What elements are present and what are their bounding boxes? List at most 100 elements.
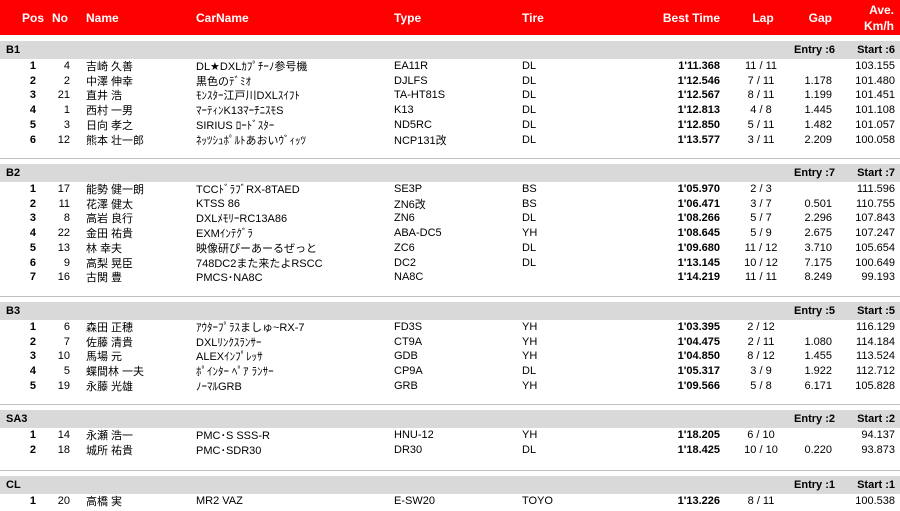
cell-gap: 1.199 bbox=[804, 89, 832, 102]
cell-carname: ﾎﾟｲﾝﾀｰ ﾍﾟｱ ﾗﾝｻｰ bbox=[196, 366, 274, 379]
cell-ave: 107.247 bbox=[855, 227, 895, 240]
cell-no: 8 bbox=[63, 212, 70, 225]
cell-name: 熊本 壮一郎 bbox=[86, 134, 145, 147]
cell-no: 12 bbox=[57, 133, 70, 146]
cell-best-time: 1'09.680 bbox=[677, 241, 720, 254]
header-gap: Gap bbox=[808, 10, 832, 25]
cell-best-time: 1'13.145 bbox=[677, 256, 720, 269]
cell-pos: 4 bbox=[29, 227, 36, 240]
cell-carname: ALEXｲﾝﾌﾟﾚｯｻ bbox=[196, 351, 263, 364]
cell-type: EA11R bbox=[394, 60, 429, 72]
header-ave: Ave. Km/h bbox=[840, 0, 894, 35]
header-pos: Pos bbox=[21, 10, 44, 25]
table-row: 5 13 林 幸夫 映像研ぴーあーるぜっと ZC6 DL 1'09.680 11 / 12 3.… bbox=[0, 241, 900, 255]
cell-name: 城所 祐貴 bbox=[86, 444, 134, 457]
cell-gap: 8.249 bbox=[804, 271, 832, 284]
cell-best-time: 1'18.425 bbox=[677, 443, 720, 456]
cell-type: ZN6改 bbox=[394, 198, 426, 211]
cell-name: 金田 祐貴 bbox=[86, 228, 134, 241]
cell-type: CT9A bbox=[394, 335, 423, 348]
cell-no: 7 bbox=[63, 335, 70, 348]
cell-best-time: 1'05.970 bbox=[677, 183, 720, 195]
cell-carname: DXLﾒﾓﾘｰRC13A86 bbox=[196, 213, 288, 226]
cell-pos: 5 bbox=[29, 118, 36, 131]
cell-pos: 5 bbox=[29, 241, 36, 254]
cell-pos: 1 bbox=[29, 495, 36, 507]
cell-lap: 6 / 10 bbox=[747, 429, 775, 441]
cell-best-time: 1'12.813 bbox=[677, 104, 720, 117]
class-bar: B3 Entry :5 Start :5 bbox=[0, 302, 900, 320]
class-bar: B2 Entry :7 Start :7 bbox=[0, 164, 900, 182]
cell-tire: DL bbox=[522, 241, 537, 254]
cell-tire: YH bbox=[522, 429, 538, 441]
cell-gap: 2.296 bbox=[804, 212, 832, 225]
class-start: Start :5 bbox=[857, 305, 895, 317]
cell-no: 19 bbox=[57, 379, 70, 392]
cell-gap: 0.220 bbox=[804, 443, 832, 456]
cell-lap: 11 / 12 bbox=[744, 241, 778, 254]
table-row: 4 1 西村 一男 ﾏｰﾃｨﾝK13ﾏｰﾁﾆｽﾓS K13 DL 1'12.813 4 / 8… bbox=[0, 103, 900, 117]
cell-lap: 10 / 12 bbox=[744, 256, 778, 269]
table-row: 3 10 馬場 元 ALEXｲﾝﾌﾟﾚｯｻ GDB YH 1'04.850 8 / 12 1.4… bbox=[0, 349, 900, 363]
header-name: Name bbox=[86, 10, 119, 25]
cell-no: 9 bbox=[63, 256, 70, 269]
cell-type: ND5RC bbox=[394, 118, 432, 131]
cell-best-time: 1'12.567 bbox=[677, 89, 720, 102]
class-name: B3 bbox=[6, 305, 21, 317]
header-type: Type bbox=[394, 10, 422, 25]
cell-tire: YH bbox=[522, 350, 538, 363]
header-carname: CarName bbox=[196, 10, 249, 25]
cell-pos: 2 bbox=[29, 335, 36, 348]
cell-name: 西村 一男 bbox=[86, 105, 134, 118]
cell-name: 古関 豊 bbox=[86, 272, 123, 285]
table-row: 1 6 森田 正穂 ｱｳﾀｰﾌﾟﾗｽましゅ~RX-7 FD3S YH 1'03.395 2 /… bbox=[0, 320, 900, 334]
cell-no: 22 bbox=[57, 227, 70, 240]
cell-lap: 5 / 7 bbox=[750, 212, 772, 225]
section-divider bbox=[0, 296, 900, 297]
cell-pos: 5 bbox=[29, 379, 36, 392]
cell-lap: 11 / 11 bbox=[744, 60, 777, 72]
cell-best-time: 1'12.546 bbox=[677, 74, 720, 87]
cell-pos: 1 bbox=[29, 60, 36, 72]
class-name: B1 bbox=[6, 44, 21, 56]
cell-no: 5 bbox=[63, 365, 70, 378]
cell-name: 直井 浩 bbox=[86, 90, 123, 103]
cell-pos: 2 bbox=[29, 443, 36, 456]
table-row: 5 3 日向 孝之 SIRIUS ﾛｰﾄﾞｽﾀｰ ND5RC DL 1'12.850 5 / … bbox=[0, 118, 900, 132]
cell-carname: ﾓﾝｽﾀｰ江戸川DXLｽｲﾌﾄ bbox=[196, 90, 300, 103]
cell-type: DC2 bbox=[394, 256, 417, 269]
cell-best-time: 1'05.317 bbox=[677, 365, 720, 378]
cell-tire: DL bbox=[522, 256, 537, 269]
cell-tire: YH bbox=[522, 227, 538, 240]
cell-name: 森田 正穂 bbox=[86, 322, 134, 334]
cell-carname: ﾈｯﾂｼｭﾎﾟﾙﾄあおいｳﾞｨｯﾂ bbox=[196, 134, 306, 147]
cell-carname: EXMｲﾝﾃｸﾞﾗ bbox=[196, 228, 253, 241]
class-name: CL bbox=[6, 479, 21, 491]
cell-ave: 101.480 bbox=[855, 74, 895, 87]
cell-ave: 116.129 bbox=[856, 321, 895, 333]
cell-tire: BS bbox=[522, 183, 537, 195]
table-row: 1 17 能勢 健一朗 TCCﾄﾞﾗﾌﾞRX-8TAED SE3P BS 1'05.970 2… bbox=[0, 182, 900, 196]
cell-carname: KTSS 86 bbox=[196, 197, 241, 210]
cell-name: 能勢 健一朗 bbox=[86, 184, 145, 196]
cell-gap: 1.445 bbox=[804, 104, 832, 117]
cell-pos: 3 bbox=[29, 350, 36, 363]
cell-tire: DL bbox=[522, 118, 537, 131]
table-row: 2 7 佐藤 清貴 DXLﾘﾝｸｽﾗﾝｻｰ CT9A YH 1'04.475 2 / 11 1.… bbox=[0, 335, 900, 349]
cell-best-time: 1'06.471 bbox=[677, 197, 720, 210]
cell-best-time: 1'18.205 bbox=[677, 429, 720, 441]
cell-ave: 100.538 bbox=[855, 495, 895, 507]
class-start: Start :1 bbox=[857, 479, 895, 491]
cell-carname: 映像研ぴーあーるぜっと bbox=[196, 242, 317, 255]
cell-ave: 111.596 bbox=[856, 183, 895, 195]
cell-no: 16 bbox=[57, 271, 70, 284]
cell-tire: TOYO bbox=[522, 495, 553, 507]
cell-carname: ﾏｰﾃｨﾝK13ﾏｰﾁﾆｽﾓS bbox=[196, 105, 284, 118]
cell-name: 高橋 実 bbox=[86, 496, 123, 508]
cell-type: ZC6 bbox=[394, 241, 415, 254]
cell-carname: DL★DXLｶﾌﾟﾁｰﾉ参号機 bbox=[196, 61, 308, 73]
cell-best-time: 1'03.395 bbox=[677, 321, 720, 333]
cell-type: GDB bbox=[394, 350, 418, 363]
cell-gap: 1.455 bbox=[804, 350, 832, 363]
cell-gap: 6.171 bbox=[804, 379, 832, 392]
